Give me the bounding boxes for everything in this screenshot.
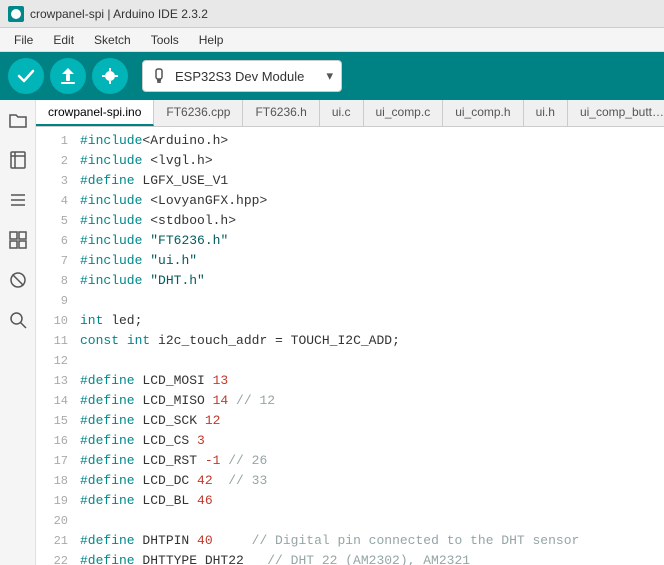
tab-ft6236h[interactable]: FT6236.h (243, 100, 319, 126)
tab-crowpanel-spi[interactable]: crowpanel-spi.ino (36, 100, 154, 126)
table-row: 21 #define DHTPIN 40 // Digital pin conn… (36, 531, 664, 551)
sidebar (0, 100, 36, 565)
table-row: 5 #include <stdbool.h> (36, 211, 664, 231)
table-row: 7 #include "ui.h" (36, 251, 664, 271)
table-row: 2 #include <lvgl.h> (36, 151, 664, 171)
tab-ui-comph[interactable]: ui_comp.h (443, 100, 523, 126)
table-row: 12 (36, 351, 664, 371)
table-row: 10 int led; (36, 311, 664, 331)
app-icon (8, 6, 24, 22)
table-row: 13 #define LCD_MOSI 13 (36, 371, 664, 391)
table-row: 20 (36, 511, 664, 531)
menu-item-edit[interactable]: Edit (43, 31, 84, 49)
board-selector[interactable]: ESP32S3 Dev Module ▾ (142, 60, 342, 92)
table-row: 11 const int i2c_touch_addr = TOUCH_I2C_… (36, 331, 664, 351)
main-content: crowpanel-spi.ino FT6236.cpp FT6236.h ui… (0, 100, 664, 565)
library-icon[interactable] (6, 228, 30, 252)
debug-button[interactable] (92, 58, 128, 94)
tab-ui-comp-butt[interactable]: ui_comp_butt… (568, 100, 664, 126)
search-icon[interactable] (6, 308, 30, 332)
menu-item-file[interactable]: File (4, 31, 43, 49)
toolbar: ESP32S3 Dev Module ▾ (0, 52, 664, 100)
tab-ui-compc[interactable]: ui_comp.c (364, 100, 444, 126)
menu-item-tools[interactable]: Tools (141, 31, 189, 49)
table-row: 4 #include <LovyanGFX.hpp> (36, 191, 664, 211)
table-row: 3 #define LGFX_USE_V1 (36, 171, 664, 191)
menu-item-sketch[interactable]: Sketch (84, 31, 141, 49)
code-editor[interactable]: 1 #include<Arduino.h> 2 #include <lvgl.h… (36, 127, 664, 565)
tab-uic[interactable]: ui.c (320, 100, 364, 126)
board-name: ESP32S3 Dev Module (175, 69, 304, 84)
upload-button[interactable] (50, 58, 86, 94)
title-bar: crowpanel-spi | Arduino IDE 2.3.2 (0, 0, 664, 28)
tab-uih[interactable]: ui.h (524, 100, 568, 126)
table-row: 16 #define LCD_CS 3 (36, 431, 664, 451)
table-row: 15 #define LCD_SCK 12 (36, 411, 664, 431)
table-row: 19 #define LCD_BL 46 (36, 491, 664, 511)
table-row: 1 #include<Arduino.h> (36, 131, 664, 151)
verify-button[interactable] (8, 58, 44, 94)
table-row: 18 #define LCD_DC 42 // 33 (36, 471, 664, 491)
menu-bar: FileEditSketchToolsHelp (0, 28, 664, 52)
tab-bar: crowpanel-spi.ino FT6236.cpp FT6236.h ui… (36, 100, 664, 127)
table-row: 17 #define LCD_RST -1 // 26 (36, 451, 664, 471)
dropdown-arrow-icon: ▾ (326, 68, 333, 84)
folder-icon[interactable] (6, 108, 30, 132)
window-title: crowpanel-spi | Arduino IDE 2.3.2 (30, 7, 208, 21)
usb-icon (151, 67, 167, 86)
table-row: 14 #define LCD_MISO 14 // 12 (36, 391, 664, 411)
menu-item-help[interactable]: Help (189, 31, 234, 49)
book-icon[interactable] (6, 148, 30, 172)
layers-icon[interactable] (6, 188, 30, 212)
table-row: 6 #include "FT6236.h" (36, 231, 664, 251)
tab-ft6236cpp[interactable]: FT6236.cpp (154, 100, 243, 126)
table-row: 22 #define DHTTYPE DHT22 // DHT 22 (AM23… (36, 551, 664, 565)
editor-area: crowpanel-spi.ino FT6236.cpp FT6236.h ui… (36, 100, 664, 565)
table-row: 9 (36, 291, 664, 311)
ban-icon[interactable] (6, 268, 30, 292)
table-row: 8 #include "DHT.h" (36, 271, 664, 291)
